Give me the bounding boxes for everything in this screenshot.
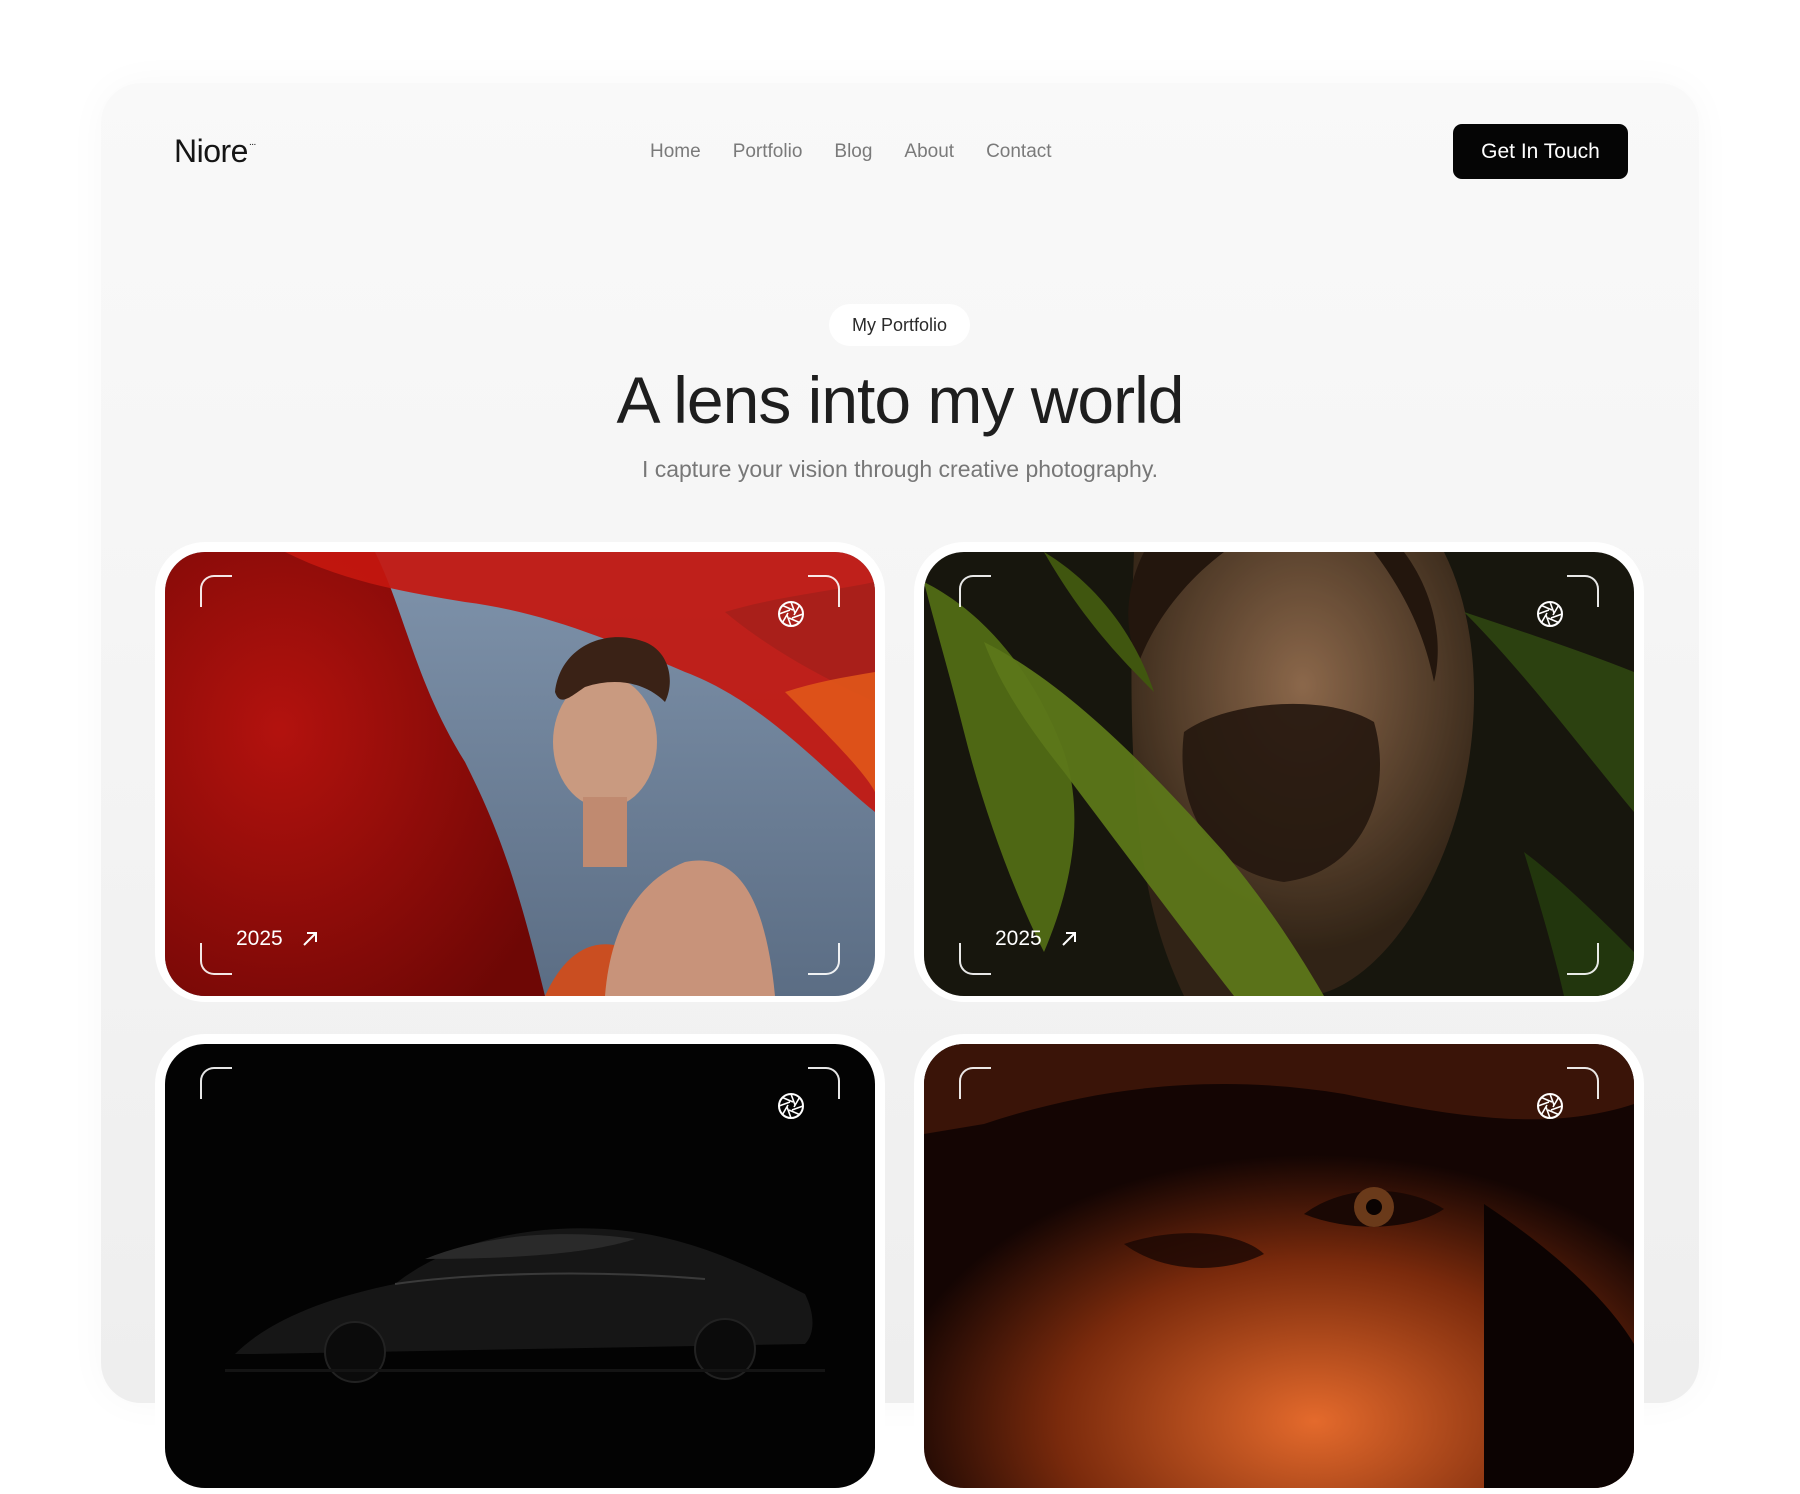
aperture-icon bbox=[1537, 1093, 1563, 1119]
brand-logo[interactable]: Niore... bbox=[174, 133, 256, 170]
frame-corner-icon bbox=[808, 1067, 840, 1099]
portfolio-card[interactable] bbox=[155, 1034, 885, 1494]
frame-corner-icon bbox=[959, 943, 991, 975]
nav-portfolio[interactable]: Portfolio bbox=[733, 141, 803, 163]
arrow-up-right-icon bbox=[1062, 932, 1076, 946]
year-link[interactable]: 2025 bbox=[995, 927, 1078, 951]
portfolio-card[interactable] bbox=[914, 1034, 1644, 1494]
nav-about[interactable]: About bbox=[904, 141, 954, 163]
frame-corner-icon bbox=[808, 943, 840, 975]
portfolio-card[interactable]: 2025 bbox=[914, 542, 1644, 1002]
frame-corner-icon bbox=[200, 575, 232, 607]
frame-corner-icon bbox=[1567, 1067, 1599, 1099]
main-nav: Home Portfolio Blog About Contact bbox=[650, 141, 1052, 163]
portfolio-card[interactable]: 2025 bbox=[155, 542, 885, 1002]
brand-name: Niore bbox=[174, 133, 248, 169]
arrow-up-right-icon bbox=[303, 932, 317, 946]
year-link[interactable]: 2025 bbox=[236, 927, 319, 951]
frame-corner-icon bbox=[1567, 575, 1599, 607]
nav-blog[interactable]: Blog bbox=[834, 141, 872, 163]
frame-corner-icon bbox=[1567, 943, 1599, 975]
man-red-fabric-photo: 2025 bbox=[165, 552, 875, 996]
page-subtitle: I capture your vision through creative p… bbox=[641, 456, 1159, 482]
nav-contact[interactable]: Contact bbox=[986, 141, 1051, 163]
nav-home[interactable]: Home bbox=[650, 141, 701, 163]
aperture-icon bbox=[1537, 601, 1563, 627]
get-in-touch-button[interactable]: Get In Touch bbox=[1453, 124, 1628, 179]
black-car-photo bbox=[165, 1044, 875, 1488]
frame-corner-icon bbox=[959, 1067, 991, 1099]
frame-corner-icon bbox=[808, 575, 840, 607]
frame-corner-icon bbox=[200, 943, 232, 975]
frame-corner-icon bbox=[959, 575, 991, 607]
year-label: 2025 bbox=[236, 927, 283, 950]
section-tag: My Portfolio bbox=[829, 304, 970, 346]
page-title: A lens into my world bbox=[616, 363, 1185, 437]
brand-mark: ... bbox=[248, 137, 256, 148]
man-green-leaves-photo: 2025 bbox=[924, 552, 1634, 996]
man-orange-light-photo bbox=[924, 1044, 1634, 1488]
aperture-icon bbox=[778, 601, 804, 627]
frame-corner-icon bbox=[200, 1067, 232, 1099]
aperture-icon bbox=[778, 1093, 804, 1119]
year-label: 2025 bbox=[995, 927, 1042, 950]
